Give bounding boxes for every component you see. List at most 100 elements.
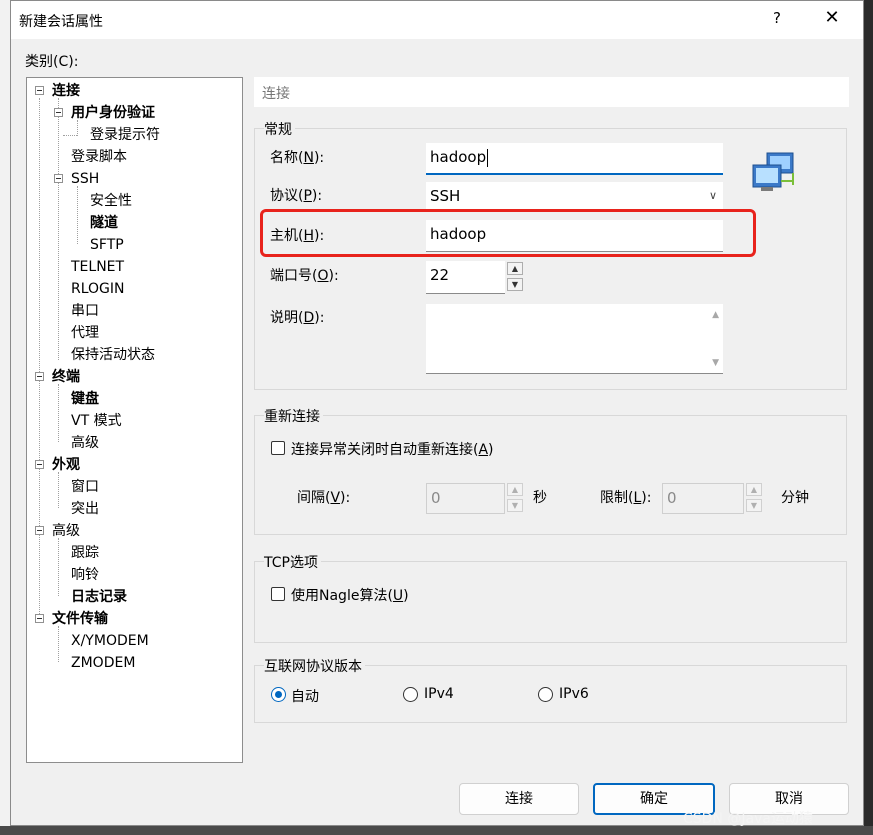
tree-item-serial[interactable]: 串口 xyxy=(71,302,99,320)
tree-item-keepalive[interactable]: 保持活动状态 xyxy=(71,346,155,364)
protocol-label: 协议(P): xyxy=(270,185,322,205)
watermark: CSDN @Java运动猿 xyxy=(683,811,813,827)
ipv4-label[interactable]: IPv4 xyxy=(424,686,454,702)
tree-item-connection[interactable]: 连接 xyxy=(52,82,80,100)
description-textarea[interactable]: ▲ ▼ xyxy=(426,304,723,374)
tree-item-terminal[interactable]: 终端 xyxy=(52,368,80,386)
collapse-toggle-icon[interactable] xyxy=(54,108,63,117)
tree-item-terminal-advanced[interactable]: 高级 xyxy=(71,434,99,452)
scroll-up-icon[interactable]: ▲ xyxy=(712,310,719,320)
collapse-toggle-icon[interactable] xyxy=(35,614,44,623)
ipv6-label[interactable]: IPv6 xyxy=(559,686,589,702)
name-input[interactable]: hadoop xyxy=(426,143,723,175)
name-label-text: 名称( xyxy=(270,150,304,166)
protocol-label-text: 协议( xyxy=(270,188,304,204)
category-label: 类别(C): xyxy=(25,54,79,70)
limit-label-text: 限制( xyxy=(600,490,634,506)
tree-item-proxy[interactable]: 代理 xyxy=(71,324,99,342)
nagle-label-text: 使用Nagle算法( xyxy=(291,588,393,604)
text-caret xyxy=(487,148,489,167)
scroll-down-icon[interactable]: ▼ xyxy=(712,358,719,368)
help-button[interactable]: ? xyxy=(767,9,787,29)
collapse-toggle-icon[interactable] xyxy=(54,174,63,183)
tree-item-window[interactable]: 窗口 xyxy=(71,478,99,496)
connect-button[interactable]: 连接 xyxy=(459,783,579,815)
limit-spinner[interactable]: ▲ ▼ xyxy=(746,483,762,514)
tree-item-rlogin[interactable]: RLOGIN xyxy=(71,280,125,298)
tree-connector xyxy=(63,135,77,136)
tree-connector xyxy=(58,626,59,662)
tree-item-zmodem[interactable]: ZMODEM xyxy=(71,654,135,672)
ipv6-radio[interactable] xyxy=(538,687,553,702)
spin-down-icon[interactable]: ▼ xyxy=(746,499,762,512)
tree-item-ssh[interactable]: SSH xyxy=(71,170,99,188)
spin-down-icon[interactable]: ▼ xyxy=(507,499,523,512)
nagle-label[interactable]: 使用Nagle算法(U) xyxy=(291,585,409,605)
ipv4-radio[interactable] xyxy=(403,687,418,702)
tree-item-advanced[interactable]: 高级 xyxy=(52,522,80,540)
tree-item-logging[interactable]: 日志记录 xyxy=(71,588,127,606)
tree-item-login-script[interactable]: 登录脚本 xyxy=(71,148,127,166)
port-label-key: O xyxy=(317,268,329,284)
auto-reconnect-label-end: ) xyxy=(488,442,494,458)
tree-connector xyxy=(77,120,78,136)
port-spinner[interactable]: ▲ ▼ xyxy=(507,262,523,293)
name-input-value: hadoop xyxy=(430,148,487,166)
port-input[interactable]: 22 xyxy=(426,261,505,294)
nagle-checkbox[interactable] xyxy=(271,587,285,601)
protocol-select[interactable]: SSH ∨ xyxy=(426,182,723,212)
tree-item-telnet[interactable]: TELNET xyxy=(71,258,124,276)
tree-item-bell[interactable]: 响铃 xyxy=(71,566,99,584)
nagle-label-end: ) xyxy=(403,588,409,604)
interval-input[interactable]: 0 xyxy=(426,483,505,514)
limit-input-value: 0 xyxy=(667,489,677,507)
tree-item-highlight[interactable]: 突出 xyxy=(71,500,99,518)
close-button[interactable]: ✕ xyxy=(821,7,843,31)
tree-item-tunnel[interactable]: 隧道 xyxy=(90,214,118,232)
tree-item-login-prompt[interactable]: 登录提示符 xyxy=(90,126,160,144)
tree-item-file-transfer[interactable]: 文件传输 xyxy=(52,610,108,628)
tcp-options-group-title: TCP选项 xyxy=(264,552,321,572)
tree-item-appearance[interactable]: 外观 xyxy=(52,456,80,474)
spin-up-icon[interactable]: ▲ xyxy=(507,483,523,496)
collapse-toggle-icon[interactable] xyxy=(35,526,44,535)
tree-item-vt-mode[interactable]: VT 模式 xyxy=(71,412,122,430)
limit-label-end: ): xyxy=(641,490,652,506)
port-input-value: 22 xyxy=(430,266,450,284)
tree-item-user-auth[interactable]: 用户身份验证 xyxy=(71,104,155,122)
tree-connector xyxy=(58,472,59,508)
spin-up-icon[interactable]: ▲ xyxy=(746,483,762,496)
collapse-toggle-icon[interactable] xyxy=(35,460,44,469)
tree-item-xymodem[interactable]: X/YMODEM xyxy=(71,632,149,650)
auto-reconnect-label-key: A xyxy=(478,442,489,458)
tree-item-security[interactable]: 安全性 xyxy=(90,192,132,210)
protocol-label-end: ): xyxy=(311,188,323,204)
nagle-label-key: U xyxy=(392,588,404,604)
tree-item-sftp[interactable]: SFTP xyxy=(90,236,124,254)
ip-auto-label[interactable]: 自动 xyxy=(291,686,319,706)
description-label-text: 说明( xyxy=(270,310,304,326)
reconnect-group-title: 重新连接 xyxy=(264,406,323,426)
tree-item-trace[interactable]: 跟踪 xyxy=(71,544,99,562)
general-group-title: 常规 xyxy=(264,119,295,139)
spin-down-icon[interactable]: ▼ xyxy=(507,278,523,291)
chevron-down-icon: ∨ xyxy=(708,189,717,202)
interval-label-key: V xyxy=(330,490,341,506)
collapse-toggle-icon[interactable] xyxy=(35,372,44,381)
auto-reconnect-label[interactable]: 连接异常关闭时自动重新连接(A) xyxy=(291,439,494,459)
tree-connector xyxy=(58,384,59,442)
interval-spinner[interactable]: ▲ ▼ xyxy=(507,483,523,514)
interval-label-end: ): xyxy=(340,490,351,506)
reconnect-group xyxy=(254,415,847,535)
spin-up-icon[interactable]: ▲ xyxy=(507,262,523,275)
tree-item-keyboard[interactable]: 键盘 xyxy=(71,390,99,408)
name-label-end: ): xyxy=(313,150,325,166)
description-label-end: ): xyxy=(314,310,325,326)
ip-auto-radio[interactable] xyxy=(271,687,286,702)
collapse-toggle-icon[interactable] xyxy=(35,86,44,95)
limit-input[interactable]: 0 xyxy=(662,483,744,514)
title-bar: 新建会话属性 ? ✕ xyxy=(11,1,863,39)
auto-reconnect-checkbox[interactable] xyxy=(271,441,285,455)
category-tree[interactable]: 连接 用户身份验证 登录提示符 登录脚本 SSH 安全性 隧道 SFTP TEL… xyxy=(26,77,243,763)
name-label: 名称(N): xyxy=(270,147,324,167)
